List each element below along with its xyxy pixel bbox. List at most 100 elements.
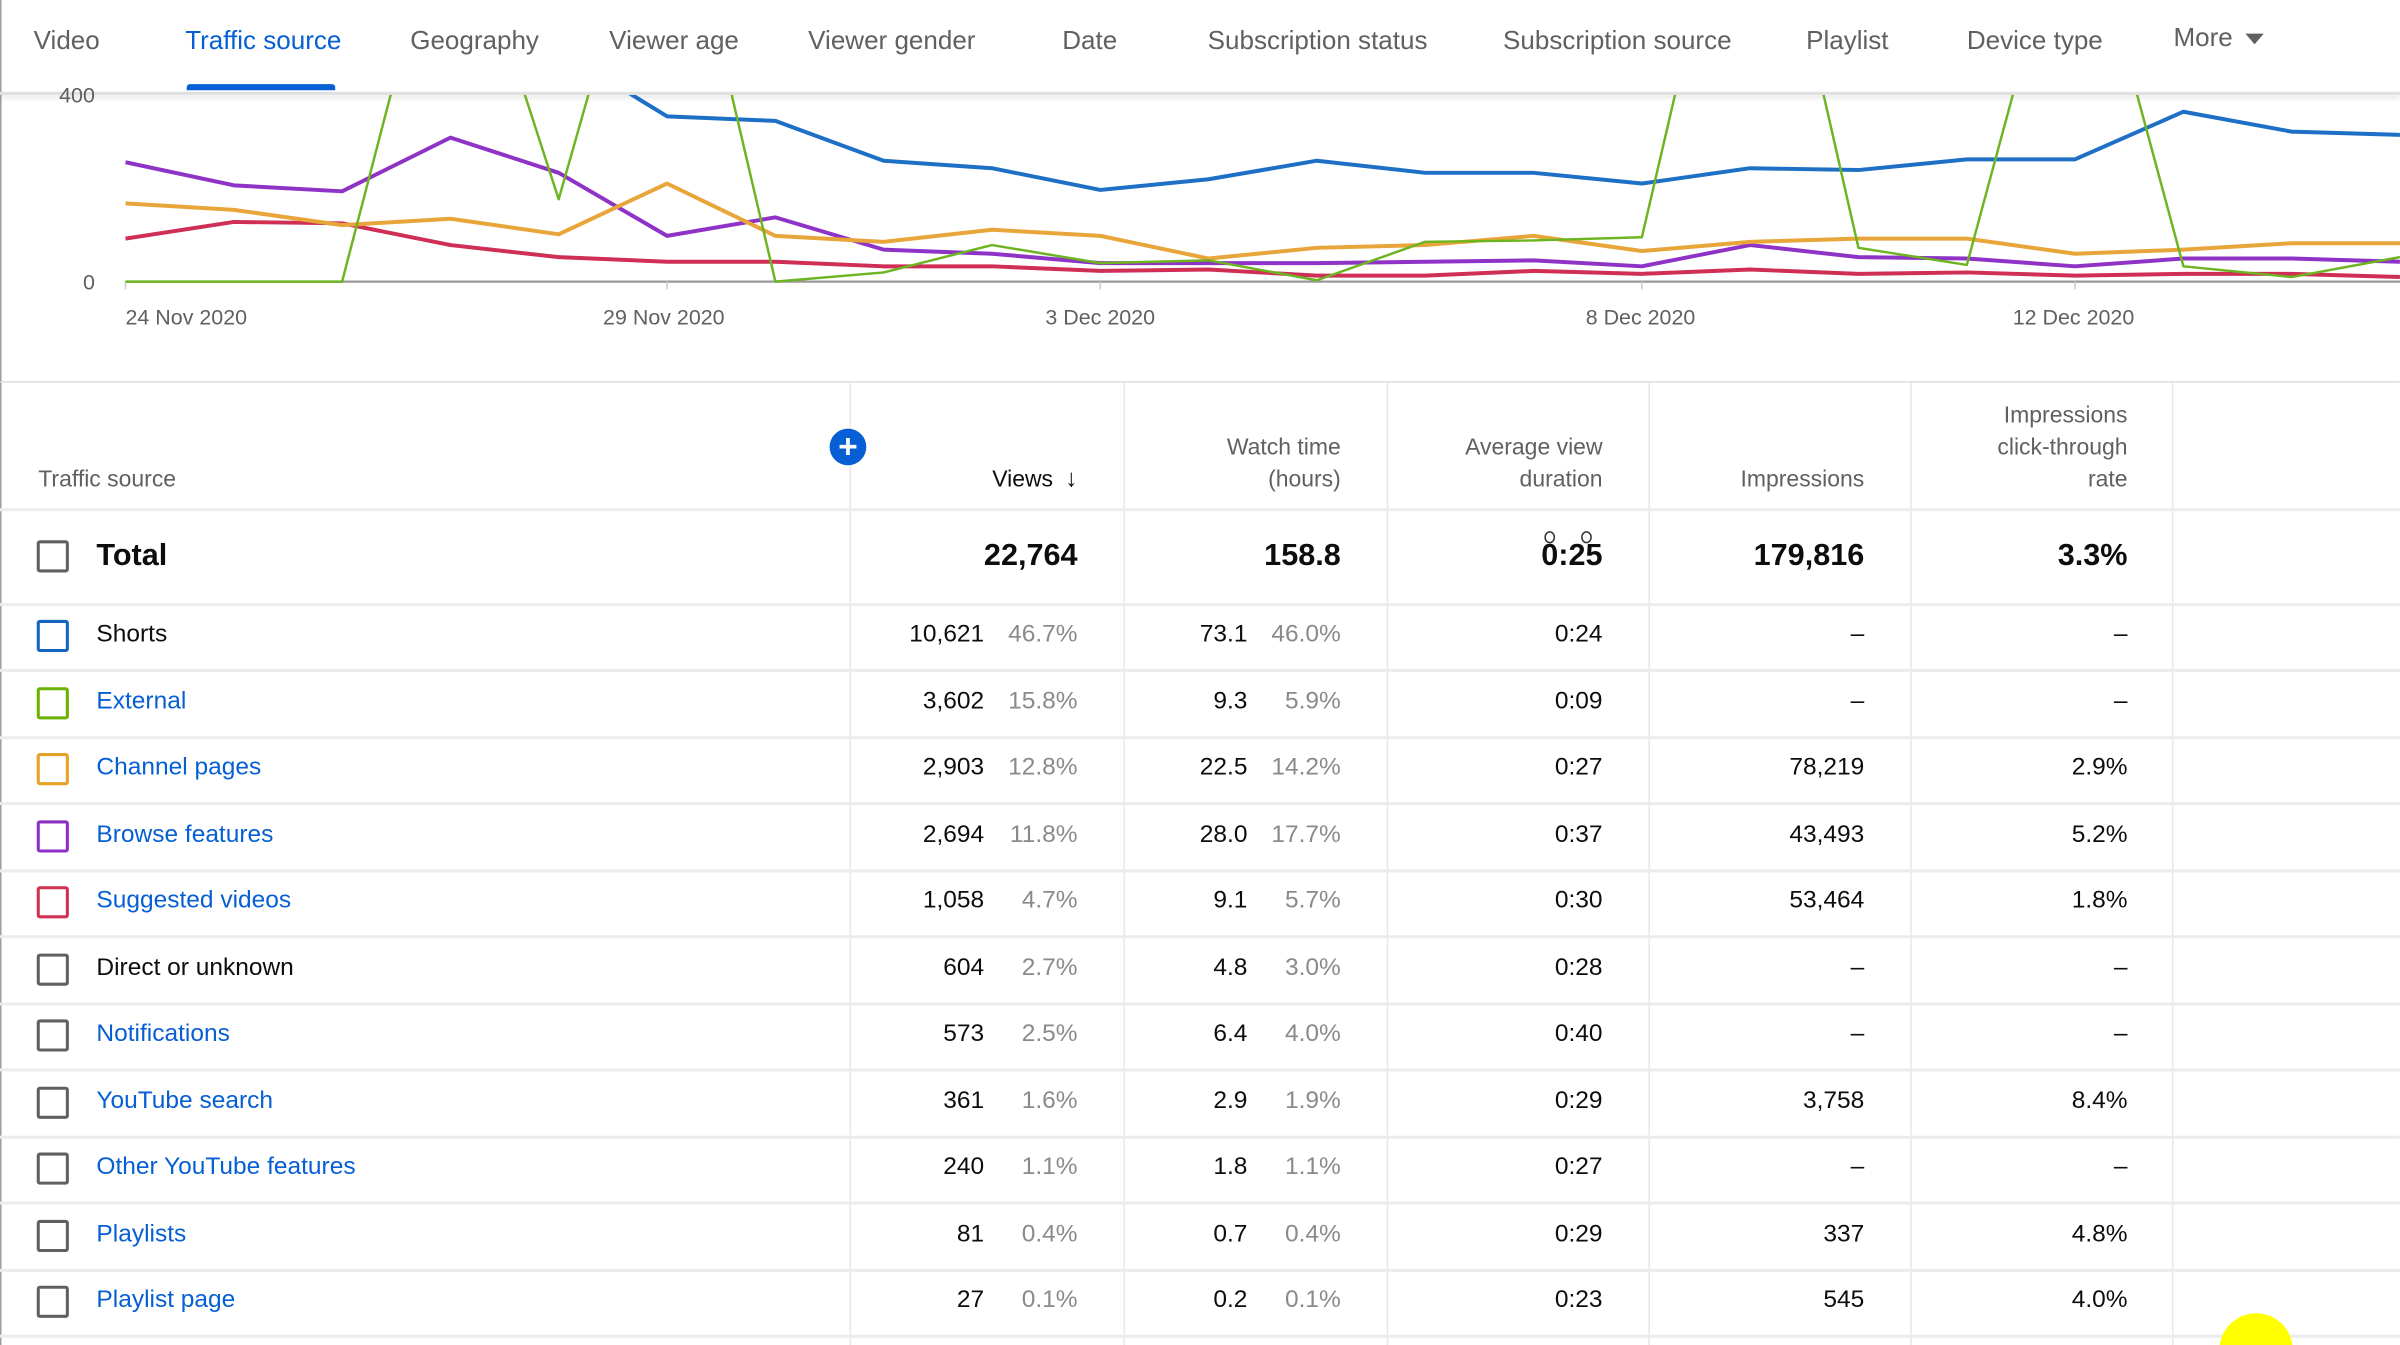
views-percent: 46.7% [1008,621,1078,648]
total-impressions: 179,816 [1753,538,1865,573]
arrow-down-icon: ↓ [1065,466,1078,493]
ctr-value: 5.2% [2071,821,2128,848]
cursor-marker [1544,531,1556,544]
header-ctr[interactable]: Impressions click-through rate [1997,399,2127,495]
row-checkbox[interactable] [36,1019,69,1052]
impressions-value: 53,464 [1789,887,1865,914]
analytics-page: Video Traffic source Geography Viewer ag… [0,0,2400,1345]
ctr-value: 8.4% [2071,1087,2128,1114]
row-link[interactable]: External [96,688,186,716]
watch-time-value: 22.5 [1199,754,1248,781]
row-label: Direct or unknown [96,954,294,981]
watch-time-value: 6.4 [1213,1020,1248,1047]
active-tab-indicator [186,84,336,91]
ctr-value: 1.8% [2071,887,2128,914]
row-checkbox[interactable] [36,1219,69,1252]
watch-time-percent: 14.2% [1271,754,1341,781]
total-ctr: 3.3% [2057,538,2128,573]
views-percent: 4.7% [1021,887,1078,914]
header-watch-time[interactable]: Watch time (hours) [1227,432,1341,496]
watch-time-percent: 4.0% [1284,1020,1341,1047]
watch-time-value: 9.1 [1213,887,1248,914]
views-value: 81 [956,1220,985,1247]
row-divider [0,869,2400,873]
ctr-value: – [2113,688,2128,715]
tab-more[interactable]: More [2173,23,2264,54]
row-link[interactable]: YouTube search [96,1087,273,1115]
row-checkbox[interactable] [36,819,69,852]
chart-plot [124,94,2400,290]
row-link[interactable]: Suggested videos [96,888,291,916]
views-percent: 11.8% [1009,821,1078,848]
tab-subscription-source[interactable]: Subscription source [1503,26,1732,57]
row-link[interactable]: Playlists [96,1221,186,1249]
row-divider [0,935,2400,939]
checkbox-total[interactable] [36,540,69,573]
row-link[interactable]: Notifications [96,1021,229,1049]
row-checkbox[interactable] [36,1085,69,1119]
tab-viewer-gender[interactable]: Viewer gender [808,26,975,57]
views-value: 1,058 [922,887,985,914]
tab-playlist[interactable]: Playlist [1806,26,1888,57]
tab-traffic-source[interactable]: Traffic source [185,26,341,57]
row-checkbox[interactable] [36,886,69,919]
plus-circle-icon: + [838,427,858,466]
header-average-view-duration[interactable]: Average view duration [1465,432,1602,496]
header-impressions[interactable]: Impressions [1741,464,1865,496]
impressions-value: – [1850,688,1865,715]
add-metric-button[interactable]: + [829,427,867,466]
impressions-value: 78,219 [1789,754,1865,781]
row-link[interactable]: Playlist page [96,1287,235,1315]
header-watch-time-line1: Watch time [1226,434,1341,461]
views-percent: 15.8% [1008,688,1078,715]
views-percent: 0.1% [1021,1287,1078,1314]
average-view-duration: 0:37 [1554,821,1603,848]
row-link[interactable]: Other YouTube features [96,1154,355,1182]
tab-viewer-age[interactable]: Viewer age [609,26,739,57]
row-checkbox[interactable] [36,686,69,719]
average-view-duration: 0:09 [1554,688,1603,715]
watch-time-value: 4.8 [1213,954,1248,981]
row-checkbox[interactable] [36,1152,69,1185]
average-view-duration: 0:27 [1554,754,1603,781]
watch-time-value: 0.7 [1213,1220,1248,1247]
row-divider [0,1268,2400,1272]
header-views[interactable]: Views ↓ [992,464,1077,496]
row-checkbox[interactable] [36,1285,69,1318]
row-label: Shorts [96,621,168,648]
watch-time-percent: 17.7% [1271,821,1341,848]
watch-time-percent: 5.9% [1284,688,1341,715]
views-value: 604 [943,954,985,981]
watch-time-percent: 0.1% [1284,1287,1341,1314]
row-checkbox[interactable] [36,619,69,653]
tab-subscription-status[interactable]: Subscription status [1208,26,1428,57]
tab-video[interactable]: Video [34,26,100,57]
watch-time-percent: 3.0% [1284,954,1341,981]
row-checkbox[interactable] [36,753,69,786]
tab-device-type[interactable]: Device type [1967,26,2103,57]
average-view-duration: 0:24 [1554,621,1603,648]
views-percent: 1.6% [1021,1087,1078,1114]
impressions-value: 43,493 [1789,821,1865,848]
views-value: 240 [943,1154,985,1181]
header-ctr-line1: Impressions [2003,402,2128,429]
watch-time-percent: 1.1% [1284,1154,1341,1181]
row-checkbox[interactable] [36,952,69,985]
tab-geography[interactable]: Geography [410,26,539,57]
views-value: 2,903 [922,754,985,781]
impressions-value: – [1850,621,1865,648]
row-link[interactable]: Browse features [96,821,273,849]
row-link[interactable]: Channel pages [96,755,261,783]
row-label: Total [96,538,168,573]
tab-date[interactable]: Date [1062,26,1117,57]
header-watch-time-line2: (hours) [1268,466,1341,493]
views-value: 361 [943,1087,985,1114]
line-chart: 400 0 24 Nov 2020 29 Nov 2020 3 Dec 2020… [0,83,2400,383]
impressions-value: 545 [1823,1287,1865,1314]
chart-divider [0,381,2400,383]
watch-time-value: 73.1 [1199,621,1248,648]
watch-time-value: 9.3 [1213,688,1248,715]
x-tick-label: 12 Dec 2020 [2012,304,2135,330]
ctr-value: 4.0% [2071,1287,2128,1314]
total-average-view-duration: 0:25 [1541,538,1603,573]
